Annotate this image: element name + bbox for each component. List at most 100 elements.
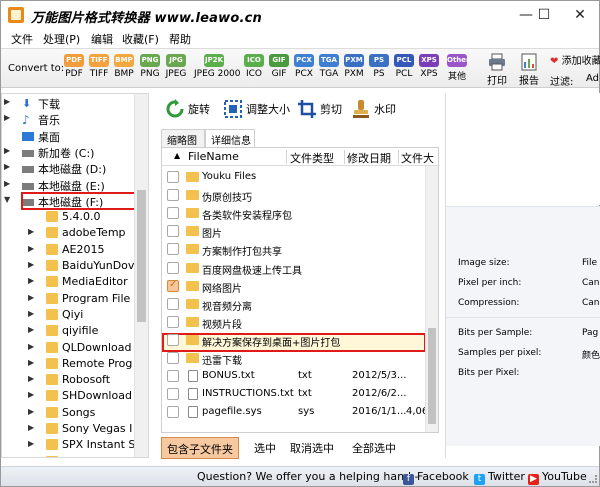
tab-details[interactable]: 详细信息 bbox=[205, 129, 255, 147]
select-button[interactable]: 选中 bbox=[249, 437, 281, 459]
file-row[interactable]: 方案制作打包共享 bbox=[162, 240, 438, 259]
file-row[interactable]: 各类软件安装程序包 bbox=[162, 204, 438, 223]
watermark-button[interactable]: 水印 bbox=[351, 99, 396, 119]
tree-item[interactable]: ▶ QLDownload bbox=[2, 340, 136, 356]
row-checkbox[interactable] bbox=[167, 207, 179, 220]
tree-item[interactable]: ▶ qiyifile bbox=[2, 323, 136, 339]
expand-right-icon[interactable]: ▶ bbox=[28, 423, 36, 433]
tree-item[interactable]: ▶ SHDownload bbox=[2, 388, 136, 404]
expand-right-icon[interactable]: ▶ bbox=[28, 260, 36, 270]
format-pdf-button[interactable]: PDF PDF bbox=[62, 54, 86, 79]
format-tga-button[interactable]: TGA TGA bbox=[317, 54, 341, 79]
format-pxm-button[interactable]: PXM PXM bbox=[342, 54, 366, 79]
format-other-button[interactable]: Other 其他 bbox=[445, 54, 469, 82]
file-row[interactable]: BONUS.txt txt 2012/5/3... bbox=[162, 367, 438, 386]
tree-item[interactable]: ▶ SPX Instant S bbox=[2, 437, 136, 453]
tree-item[interactable]: ▶ Qiyi bbox=[2, 307, 136, 323]
row-checkbox[interactable] bbox=[167, 333, 179, 346]
select-all-button[interactable]: 全部选中 bbox=[347, 437, 401, 459]
tree-item[interactable]: ▶ MediaEditor bbox=[2, 274, 136, 290]
tree-scrollbar[interactable] bbox=[134, 94, 148, 457]
tree-item[interactable]: ▶ 新加卷 (C:) bbox=[2, 144, 136, 160]
row-checkbox[interactable] bbox=[167, 261, 179, 274]
row-checkbox[interactable] bbox=[167, 352, 179, 364]
add-favorite-button[interactable]: ❤ 添加收藏 bbox=[550, 52, 600, 67]
resize-button[interactable]: 调整大小 bbox=[223, 99, 290, 119]
file-row[interactable]: INSTRUCTIONS.txt txt 2012/6/2... bbox=[162, 385, 438, 404]
crop-button[interactable]: 剪切 bbox=[297, 99, 342, 119]
menu-file[interactable]: 文件 bbox=[11, 31, 33, 47]
expand-right-icon[interactable]: ▶ bbox=[28, 309, 36, 319]
format-ico-button[interactable]: ICO ICO bbox=[242, 54, 266, 79]
row-checkbox[interactable] bbox=[167, 171, 179, 183]
file-row[interactable]: 视频片段 bbox=[162, 313, 438, 332]
row-checkbox[interactable] bbox=[167, 315, 179, 328]
tree-item[interactable]: ▶ 本地磁盘 (E:) bbox=[2, 177, 136, 193]
menu-help[interactable]: 帮助 bbox=[169, 31, 191, 47]
file-row[interactable]: 视音频分离 bbox=[162, 295, 438, 314]
format-pcl-button[interactable]: PCL PCL bbox=[392, 54, 416, 79]
tree-item[interactable]: ▶ Remote Prog bbox=[2, 356, 136, 372]
close-button[interactable]: ✕ bbox=[565, 5, 595, 25]
format-xps-button[interactable]: XPS XPS bbox=[417, 54, 441, 79]
row-checkbox[interactable] bbox=[167, 279, 179, 292]
expand-right-icon[interactable]: ▶ bbox=[4, 179, 12, 189]
expand-right-icon[interactable]: ▶ bbox=[28, 276, 36, 286]
deselect-button[interactable]: 取消选中 bbox=[285, 437, 339, 459]
format-png-button[interactable]: PNG PNG bbox=[138, 54, 162, 79]
file-row[interactable]: 图片 bbox=[162, 222, 438, 241]
column-divider[interactable] bbox=[344, 150, 345, 164]
tree-item[interactable]: ▶ Robosoft bbox=[2, 372, 136, 388]
expand-right-icon[interactable]: ▶ bbox=[28, 439, 36, 449]
row-checkbox[interactable] bbox=[167, 189, 179, 202]
expand-down-icon[interactable]: ▼ bbox=[4, 195, 12, 205]
column-filetype[interactable]: 文件类型 bbox=[290, 150, 334, 166]
expand-right-icon[interactable]: ▶ bbox=[4, 162, 12, 172]
expand-right-icon[interactable]: ▶ bbox=[28, 227, 36, 237]
file-row[interactable]: 迅雷下载 bbox=[162, 349, 438, 368]
format-jpeg2000-button[interactable]: JP2K JPEG 2000 bbox=[194, 54, 241, 79]
rotate-button[interactable]: 旋转 bbox=[165, 99, 210, 119]
expand-right-icon[interactable]: ▶ bbox=[4, 97, 12, 107]
facebook-link[interactable]: f Facebook bbox=[403, 470, 469, 485]
column-modified[interactable]: 修改日期 bbox=[347, 150, 391, 166]
maximize-button[interactable]: ☐ bbox=[529, 5, 559, 25]
format-gif-button[interactable]: GIF GIF bbox=[267, 54, 291, 79]
row-checkbox[interactable] bbox=[167, 225, 179, 238]
column-filename[interactable]: FileName bbox=[188, 150, 239, 163]
include-subfolders-button[interactable]: 包含子文件夹 bbox=[161, 437, 239, 459]
twitter-link[interactable]: t Twitter bbox=[474, 470, 525, 485]
expand-right-icon[interactable]: ▶ bbox=[28, 390, 36, 400]
file-row[interactable]: 解决方案保存到桌面+图片打包 bbox=[162, 331, 438, 350]
file-row[interactable]: pagefile.sys sys 2016/1/1... 4,061 bbox=[162, 403, 438, 422]
row-checkbox[interactable] bbox=[167, 243, 179, 256]
tree-item[interactable]: ▶ adobeTemp bbox=[2, 225, 136, 241]
menu-favorites[interactable]: 收藏(F) bbox=[122, 31, 159, 47]
expand-right-icon[interactable]: ▶ bbox=[28, 293, 36, 303]
expand-right-icon[interactable]: ▶ bbox=[28, 358, 36, 368]
file-row[interactable]: 网络图片 bbox=[162, 277, 438, 296]
tree-item[interactable]: 桌面 bbox=[2, 128, 136, 144]
column-size[interactable]: 文件大 bbox=[401, 150, 434, 166]
row-checkbox[interactable] bbox=[167, 297, 179, 310]
tree-item[interactable]: 5.4.0.0 bbox=[2, 209, 136, 225]
expand-right-icon[interactable]: ▶ bbox=[4, 113, 12, 123]
file-row[interactable]: 伪原创技巧 bbox=[162, 186, 438, 205]
format-pcx-button[interactable]: PCX PCX bbox=[292, 54, 316, 79]
format-jpeg-button[interactable]: JPG JPEG bbox=[164, 54, 188, 79]
format-ps-button[interactable]: PS PS bbox=[367, 54, 391, 79]
menu-edit[interactable]: 编辑 bbox=[91, 31, 113, 47]
file-row[interactable]: 百度网盘极速上传工具 bbox=[162, 259, 438, 278]
resize-grip[interactable] bbox=[589, 475, 597, 483]
expand-right-icon[interactable]: ▶ bbox=[28, 325, 36, 335]
row-checkbox[interactable] bbox=[167, 370, 179, 383]
expand-right-icon[interactable]: ▶ bbox=[28, 407, 36, 417]
row-checkbox[interactable] bbox=[167, 388, 179, 401]
scrollbar-thumb[interactable] bbox=[428, 328, 436, 424]
expand-right-icon[interactable]: ▶ bbox=[28, 374, 36, 384]
filter-value[interactable]: Ad bbox=[586, 73, 599, 84]
tree-item[interactable]: ▶ StormMedia bbox=[2, 454, 136, 457]
column-divider[interactable] bbox=[398, 150, 399, 164]
menu-process[interactable]: 处理(P) bbox=[43, 31, 80, 47]
row-checkbox[interactable] bbox=[167, 406, 179, 419]
